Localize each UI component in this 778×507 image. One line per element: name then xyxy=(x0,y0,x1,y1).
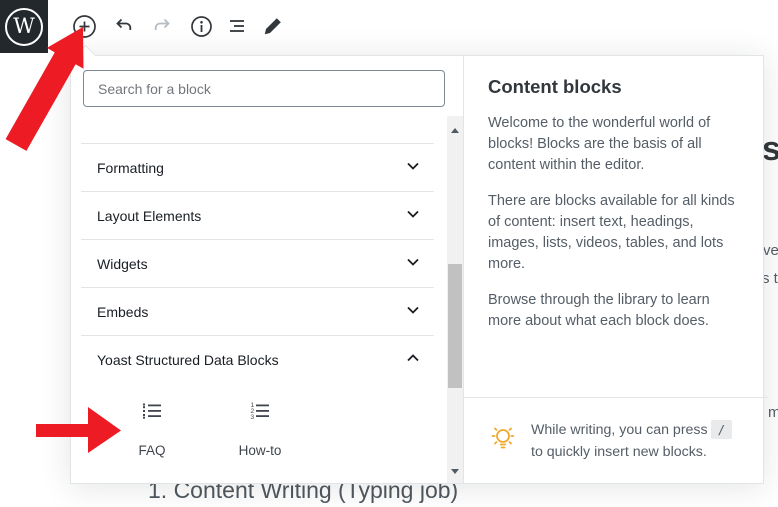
chevron-down-icon xyxy=(404,253,422,274)
help-paragraph: Browse through the library to learn more… xyxy=(488,290,744,332)
tip-text: While writing, you can press/to quickly … xyxy=(531,419,744,463)
inserter-scrollbar[interactable] xyxy=(447,116,463,483)
redo-button[interactable] xyxy=(144,8,180,44)
block-category-list: Formatting Layout Elements Widgets Embed… xyxy=(81,143,434,383)
numbered-list-icon: 1 2 3 xyxy=(248,399,272,426)
info-button[interactable] xyxy=(183,8,219,44)
chevron-down-icon xyxy=(404,157,422,178)
inserter-help-panel: Content blocks Welcome to the wonderful … xyxy=(464,56,768,483)
scroll-down-arrow[interactable] xyxy=(447,463,463,479)
category-yoast-structured-data-blocks[interactable]: Yoast Structured Data Blocks xyxy=(81,335,434,383)
inserter-tip: While writing, you can press/to quickly … xyxy=(464,397,768,483)
pencil-icon xyxy=(262,15,284,37)
scrollbar-thumb[interactable] xyxy=(448,264,462,388)
category-formatting[interactable]: Formatting xyxy=(81,143,434,191)
lightbulb-icon xyxy=(488,422,518,459)
chevron-down-icon xyxy=(404,205,422,226)
block-item-label: How-to xyxy=(239,443,282,458)
block-navigation-button[interactable] xyxy=(219,8,255,44)
info-icon xyxy=(190,15,213,38)
inserter-panel: Formatting Layout Elements Widgets Embed… xyxy=(71,56,464,483)
scroll-up-arrow[interactable] xyxy=(447,122,463,138)
edit-mode-button[interactable] xyxy=(255,8,291,44)
chevron-down-icon xyxy=(404,301,422,322)
category-widgets[interactable]: Widgets xyxy=(81,239,434,287)
block-inserter-popover: Formatting Layout Elements Widgets Embed… xyxy=(70,55,764,484)
background-text-fragment: m xyxy=(768,404,778,421)
editor-header: W xyxy=(0,0,778,55)
category-layout-elements[interactable]: Layout Elements xyxy=(81,191,434,239)
redo-icon xyxy=(151,15,173,37)
help-paragraph: There are blocks available for all kinds… xyxy=(488,191,744,275)
category-label: Formatting xyxy=(97,160,164,176)
tip-text-before: While writing, you can press xyxy=(531,422,708,438)
category-label: Yoast Structured Data Blocks xyxy=(97,352,279,368)
block-item-faq[interactable]: FAQ xyxy=(98,391,206,469)
category-label: Embeds xyxy=(97,304,148,320)
help-panel-title: Content blocks xyxy=(488,76,744,98)
svg-text:3: 3 xyxy=(251,414,255,421)
add-block-button[interactable] xyxy=(66,8,102,44)
block-item-label: FAQ xyxy=(138,443,165,458)
block-item-how-to[interactable]: 1 2 3 How-to xyxy=(206,391,314,469)
category-label: Widgets xyxy=(97,256,148,272)
plus-circle-icon xyxy=(72,14,97,39)
bulleted-list-icon xyxy=(140,399,164,426)
undo-button[interactable] xyxy=(106,8,142,44)
undo-icon xyxy=(113,15,135,37)
slash-key-badge: / xyxy=(711,420,733,439)
help-paragraph: Welcome to the wonderful world of blocks… xyxy=(488,113,744,176)
chevron-up-icon xyxy=(404,349,422,370)
wordpress-w-icon: W xyxy=(5,8,43,46)
block-search-input[interactable] xyxy=(83,70,445,107)
category-embeds[interactable]: Embeds xyxy=(81,287,434,335)
category-label: Layout Elements xyxy=(97,208,201,224)
tip-text-after: to quickly insert new blocks. xyxy=(531,444,707,460)
block-grid: FAQ 1 2 3 How-to xyxy=(98,391,314,469)
wordpress-editor-screen: { "header": { "logo_letter": "W", "toolb… xyxy=(0,0,778,507)
block-navigation-icon xyxy=(226,15,248,37)
wordpress-logo[interactable]: W xyxy=(0,0,48,53)
